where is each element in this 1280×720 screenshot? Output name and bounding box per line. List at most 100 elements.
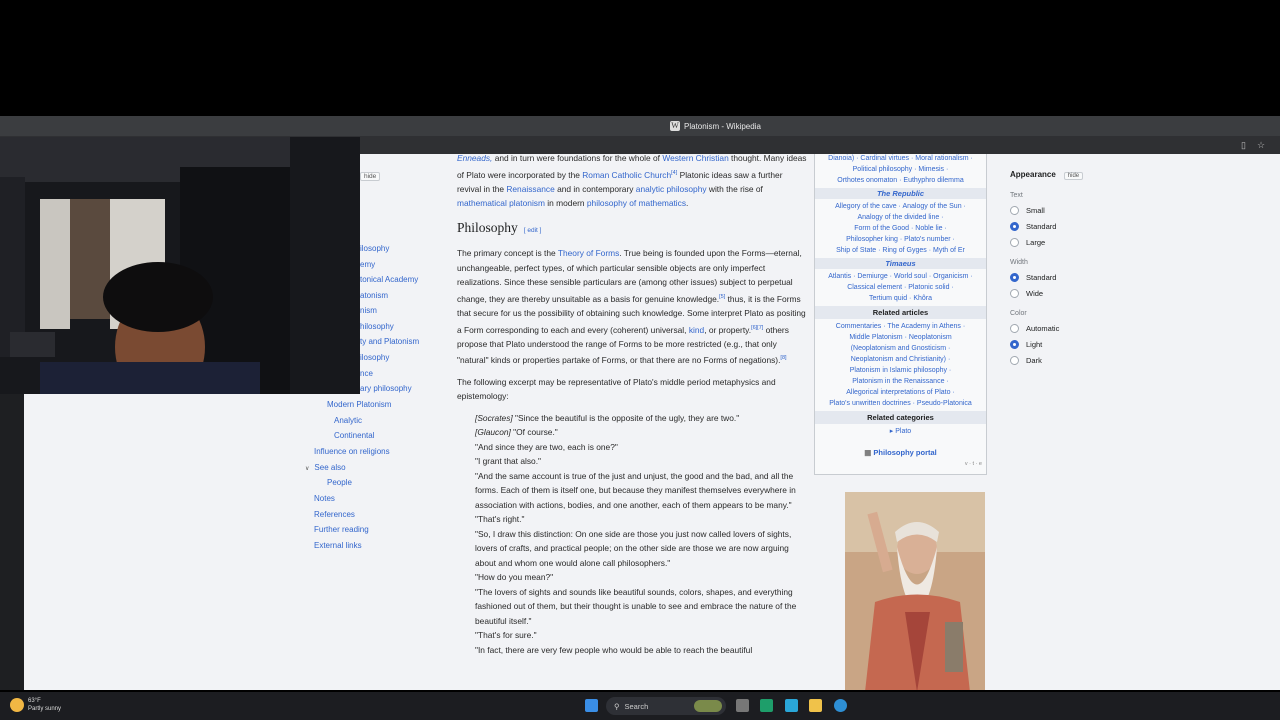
quote-line: "So, I draw this distinction: On one sid… xyxy=(475,528,792,568)
toc-item[interactable]: Influence on religions xyxy=(314,447,390,456)
toc-item[interactable]: Continental xyxy=(334,431,374,440)
radio-button[interactable] xyxy=(1010,289,1019,298)
toc-item-label: emy xyxy=(360,260,376,269)
text-size-option[interactable]: Standard xyxy=(1010,222,1170,231)
toc-item[interactable]: emy xyxy=(360,260,375,269)
bookmark-star-icon[interactable]: ☆ xyxy=(1257,140,1267,150)
width-option[interactable]: Standard xyxy=(1010,273,1170,282)
text-size-option[interactable]: Small xyxy=(1010,206,1170,215)
weather-widget[interactable]: 63°F Partly sunny xyxy=(10,697,61,713)
toc-item[interactable]: nism xyxy=(360,306,377,315)
toc-item[interactable]: Analytic xyxy=(334,416,362,425)
edge-browser-icon[interactable] xyxy=(834,699,847,712)
chevron-down-icon[interactable]: ∨ xyxy=(305,466,309,472)
color-option[interactable]: Automatic xyxy=(1010,324,1170,333)
toc-item[interactable]: hilosophy xyxy=(360,322,394,331)
toc-item[interactable]: External links xyxy=(314,541,362,550)
app-icon-blue[interactable] xyxy=(785,699,798,712)
file-explorer-icon[interactable] xyxy=(809,699,822,712)
navbox-link-line[interactable]: Classical element · Platonic solid · xyxy=(815,282,986,293)
reader-mode-icon[interactable]: ▯ xyxy=(1241,140,1251,150)
navbox-link-line[interactable]: Philosopher king · Plato's number · xyxy=(815,234,986,245)
toc-item[interactable]: References xyxy=(314,510,355,519)
radio-label: Large xyxy=(1026,238,1046,247)
link-renaissance[interactable]: Renaissance xyxy=(506,184,554,194)
search-icon: ⚲ xyxy=(614,701,620,711)
toc-item-label: Further reading xyxy=(314,525,369,534)
navbox-link-line[interactable]: Allegory of the cave · Analogy of the Su… xyxy=(815,201,986,212)
color-option[interactable]: Dark xyxy=(1010,356,1170,365)
link-analytic-philosophy[interactable]: analytic philosophy xyxy=(636,184,707,194)
toc-item[interactable]: People xyxy=(327,478,352,487)
navbox-link-line[interactable]: Political philosophy · Mimesis · xyxy=(815,164,986,175)
navbox-link-line[interactable]: Tertium quid · Khôra xyxy=(815,293,986,304)
radio-button[interactable] xyxy=(1010,238,1019,247)
plato-portrait-image[interactable] xyxy=(845,492,985,690)
navbox-related-categories-title: Related categories xyxy=(815,411,986,424)
navbox-link-line[interactable]: Allegorical interpretations of Plato · xyxy=(815,387,986,398)
citation-8[interactable]: [8] xyxy=(780,355,786,361)
toc-item[interactable]: ty and Platonism xyxy=(360,337,419,346)
navbox-link-line[interactable]: Atlantis · Demiurge · World soul · Organ… xyxy=(815,271,986,282)
toc-item[interactable]: atonism xyxy=(360,291,388,300)
navbox-link-line[interactable]: Orthotes onomaton · Euthyphro dilemma xyxy=(815,175,986,186)
toc-item[interactable]: tonical Academy xyxy=(360,275,418,284)
windows-start-icon[interactable] xyxy=(585,699,598,712)
navbox-timaeus-title[interactable]: Timaeus xyxy=(815,258,986,269)
task-view-icon[interactable] xyxy=(736,699,749,712)
text-span: and in contemporary xyxy=(554,183,636,194)
navbox-link-line[interactable]: Commentaries · The Academy in Athens · xyxy=(815,321,986,332)
link-enneads[interactable]: Enneads, xyxy=(457,154,492,163)
color-option[interactable]: Light xyxy=(1010,340,1170,349)
radio-button[interactable] xyxy=(1010,340,1019,349)
philosophy-paragraph-1: The primary concept is the Theory of For… xyxy=(457,246,807,367)
navbox-republic-title[interactable]: The Republic xyxy=(815,188,986,199)
toc-item[interactable]: nce xyxy=(360,369,373,378)
navbox-link-line[interactable]: Ship of State · Ring of Gyges · Myth of … xyxy=(815,245,986,256)
navbox-link-line[interactable]: Dianoia) · Cardinal virtues · Moral rati… xyxy=(815,154,986,164)
link-roman-catholic-church[interactable]: Roman Catholic Church xyxy=(582,169,671,179)
radio-button[interactable] xyxy=(1010,324,1019,333)
toc-item[interactable]: Notes xyxy=(314,494,335,503)
radio-button[interactable] xyxy=(1010,273,1019,282)
appearance-hide-button[interactable]: hide xyxy=(1063,172,1084,180)
link-kind[interactable]: kind xyxy=(689,324,704,334)
citation-6-7[interactable]: [6][7] xyxy=(751,325,763,331)
toc-hide-button[interactable]: hide xyxy=(360,172,381,181)
quote-line: "How do you mean?" xyxy=(475,572,554,583)
link-western-christian[interactable]: Western Christian xyxy=(662,154,728,163)
toc-item[interactable]: ilosophy xyxy=(360,353,389,362)
app-icon-green[interactable] xyxy=(760,699,773,712)
navbox-link-line[interactable]: Plato's unwritten doctrines · Pseudo-Pla… xyxy=(815,398,986,409)
philosophy-paragraph-2: The following excerpt may be representat… xyxy=(457,376,776,402)
text-size-option[interactable]: Large xyxy=(1010,238,1170,247)
link-theory-of-forms[interactable]: Theory of Forms xyxy=(558,248,619,258)
width-option[interactable]: Wide xyxy=(1010,289,1170,298)
taskbar-search[interactable]: ⚲ Search xyxy=(606,697,726,715)
navbox-link-line[interactable]: (Neoplatonism and Gnosticism · xyxy=(815,343,986,354)
philosophy-portal-link[interactable]: ▦ Philosophy portal xyxy=(815,447,986,458)
toc-item[interactable]: ary philosophy xyxy=(360,384,412,393)
navbox-category-plato[interactable]: ▸ Plato xyxy=(815,426,986,437)
navbox-link-line[interactable]: Form of the Good · Noble lie · xyxy=(815,223,986,234)
navbox-link-line[interactable]: Platonism in the Renaissance · xyxy=(815,376,986,387)
toc-item[interactable]: Further reading xyxy=(314,525,369,534)
link-mathematical-platonism[interactable]: mathematical platonism xyxy=(457,198,545,208)
navbox-link-line[interactable]: Analogy of the divided line · xyxy=(815,212,986,223)
radio-button[interactable] xyxy=(1010,222,1019,231)
toc-item[interactable]: ilosophy xyxy=(360,244,389,253)
quote-line: "And since they are two, each is one?" xyxy=(475,441,618,452)
toc-item[interactable]: Modern Platonism xyxy=(327,400,391,409)
navbox-vte-links[interactable]: v · t · e xyxy=(965,459,982,470)
toc-item[interactable]: ∨ See also xyxy=(305,463,346,472)
navbox-link-line[interactable]: Middle Platonism · Neoplatonism xyxy=(815,332,986,343)
intro-paragraph-1: Enneads, and in turn were foundations fo… xyxy=(457,154,807,211)
radio-button[interactable] xyxy=(1010,356,1019,365)
navbox-link-line[interactable]: Neoplatonism and Christianity) · xyxy=(815,354,986,365)
edit-section-link[interactable]: [ edit ] xyxy=(524,227,542,234)
navbox-link-line[interactable]: Platonism in Islamic philosophy · xyxy=(815,365,986,376)
quote-line: "The lovers of sights and sounds like be… xyxy=(475,586,797,626)
link-philosophy-of-mathematics[interactable]: philosophy of mathematics xyxy=(587,198,686,208)
speaker-name: [Glaucon] xyxy=(475,427,511,438)
radio-button[interactable] xyxy=(1010,206,1019,215)
